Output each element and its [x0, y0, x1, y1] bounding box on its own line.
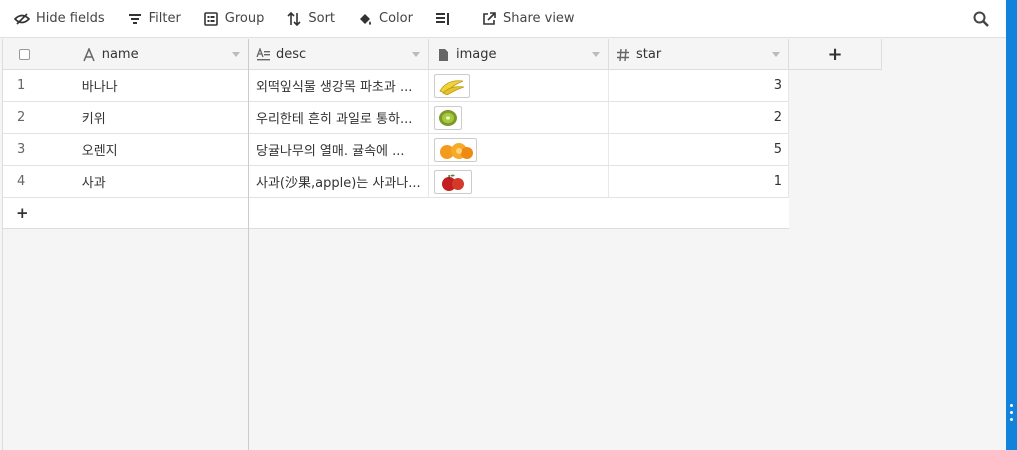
- select-all-checkbox[interactable]: [19, 49, 30, 60]
- row-number: 4: [17, 174, 26, 189]
- sort-icon: [286, 11, 302, 27]
- header-row-left: name: [3, 39, 248, 70]
- table-row[interactable]: 3 오렌지: [3, 134, 248, 166]
- table-row[interactable]: 2 키위: [3, 102, 248, 134]
- share-view-button[interactable]: Share view: [481, 11, 575, 27]
- chevron-down-icon[interactable]: [592, 52, 600, 57]
- column-header-star[interactable]: star: [609, 39, 789, 70]
- view-toolbar: Hide fields Filter Group Sort Color Shar…: [0, 0, 1006, 38]
- grid-right-pane: desc image star + 외떡잎식물 생강목 파초과 ... 3 우리…: [249, 39, 1006, 450]
- row-height-button[interactable]: [435, 11, 457, 27]
- header-row-right: desc image star +: [249, 39, 882, 70]
- cell-name[interactable]: 사과: [75, 166, 248, 197]
- row-number: 2: [17, 110, 26, 125]
- number-hash-icon: [616, 48, 630, 62]
- row-height-icon: [435, 11, 451, 27]
- table-row[interactable]: 1 바나나: [3, 70, 248, 102]
- group-label: Group: [224, 11, 265, 26]
- table-row[interactable]: 우리한테 흔히 과일로 통하... 2: [249, 102, 789, 134]
- paint-bucket-icon: [357, 11, 373, 27]
- table-row[interactable]: 당귤나무의 열매. 귤속에 ... 5: [249, 134, 789, 166]
- cell-desc[interactable]: 사과(沙果,apple)는 사과나...: [249, 166, 429, 197]
- column-star-label: star: [636, 47, 662, 62]
- cell-star[interactable]: 1: [609, 166, 789, 197]
- group-button[interactable]: Group: [203, 11, 265, 27]
- cell-image[interactable]: [429, 70, 609, 101]
- color-button[interactable]: Color: [357, 11, 413, 27]
- right-sidebar-edge[interactable]: [1006, 0, 1017, 450]
- chevron-down-icon[interactable]: [772, 52, 780, 57]
- color-label: Color: [379, 11, 413, 26]
- cell-star[interactable]: 2: [609, 102, 789, 133]
- cell-name[interactable]: 오렌지: [75, 134, 248, 165]
- grid: name 1 바나나 2 키위 3 오렌지 4 사과 + desc image …: [0, 38, 1006, 450]
- row-number: 1: [17, 78, 26, 93]
- add-row-area[interactable]: [249, 198, 789, 229]
- column-name-label: name: [101, 47, 139, 62]
- cell-name[interactable]: 바나나: [75, 70, 248, 101]
- cell-image[interactable]: [429, 134, 609, 165]
- column-header-image[interactable]: image: [429, 39, 609, 70]
- text-field-icon: [82, 47, 96, 62]
- column-header-desc[interactable]: desc: [249, 39, 429, 70]
- hide-fields-icon: [14, 11, 30, 27]
- long-text-icon: [256, 47, 270, 62]
- select-all-cell[interactable]: [3, 39, 75, 70]
- cell-desc[interactable]: 우리한테 흔히 과일로 통하...: [249, 102, 429, 133]
- column-image-label: image: [456, 47, 497, 62]
- orange-thumbnail[interactable]: [434, 137, 477, 162]
- cell-image[interactable]: [429, 102, 609, 133]
- filter-icon: [127, 11, 143, 27]
- sort-button[interactable]: Sort: [286, 11, 335, 27]
- cell-star[interactable]: 3: [609, 70, 789, 101]
- filter-label: Filter: [148, 11, 181, 26]
- cell-star[interactable]: 5: [609, 134, 789, 165]
- cell-name[interactable]: 키위: [75, 102, 248, 133]
- banana-thumbnail[interactable]: [434, 73, 470, 98]
- group-icon: [203, 11, 219, 27]
- cell-image[interactable]: [429, 166, 609, 197]
- drag-handle-icon[interactable]: [1010, 404, 1013, 424]
- add-field-button[interactable]: +: [789, 39, 882, 70]
- table-row[interactable]: 외떡잎식물 생강목 파초과 ... 3: [249, 70, 789, 102]
- hide-fields-label: Hide fields: [36, 11, 105, 26]
- kiwi-thumbnail[interactable]: [434, 105, 462, 130]
- chevron-down-icon[interactable]: [232, 52, 240, 57]
- table-row[interactable]: 4 사과: [3, 166, 248, 198]
- apple-thumbnail[interactable]: [434, 169, 472, 194]
- row-number: 3: [17, 142, 26, 157]
- column-header-name[interactable]: name: [75, 39, 248, 70]
- share-view-label: Share view: [502, 11, 575, 26]
- cell-desc[interactable]: 외떡잎식물 생강목 파초과 ...: [249, 70, 429, 101]
- table-row[interactable]: 사과(沙果,apple)는 사과나... 1: [249, 166, 789, 198]
- search-icon[interactable]: [972, 10, 990, 28]
- grid-left-pane: name 1 바나나 2 키위 3 오렌지 4 사과 +: [2, 39, 249, 450]
- cell-desc[interactable]: 당귤나무의 열매. 귤속에 ...: [249, 134, 429, 165]
- hide-fields-button[interactable]: Hide fields: [14, 11, 105, 27]
- filter-button[interactable]: Filter: [127, 11, 181, 27]
- chevron-down-icon[interactable]: [412, 52, 420, 57]
- attachment-file-icon: [436, 48, 450, 62]
- add-row-button[interactable]: +: [3, 198, 248, 229]
- share-icon: [481, 11, 497, 27]
- sort-label: Sort: [308, 11, 336, 26]
- column-desc-label: desc: [276, 47, 307, 62]
